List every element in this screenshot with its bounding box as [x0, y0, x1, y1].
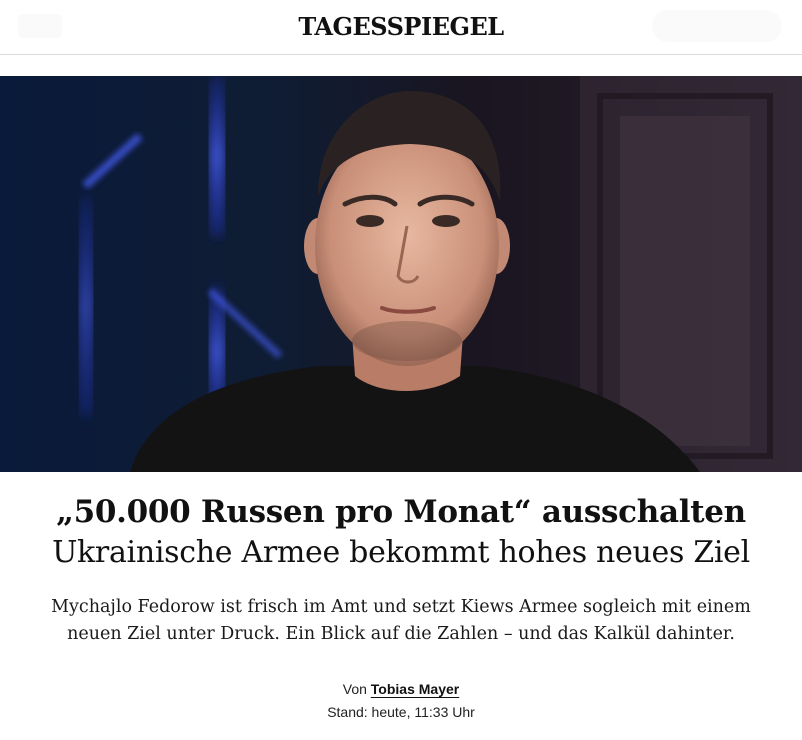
teaser-line-2: neuen Ziel unter Druck. Ein Blick auf di…	[67, 624, 735, 644]
account-button-placeholder[interactable]	[652, 10, 782, 42]
author-link[interactable]: Tobias Mayer	[371, 681, 459, 697]
byline-prefix: Von	[342, 681, 367, 697]
hero-image	[0, 76, 802, 472]
article-teaser: Mychajlo Fedorow ist frisch im Amt und s…	[40, 594, 762, 648]
site-header: TAGESSPIEGEL	[0, 0, 802, 55]
publish-timestamp: Stand: heute, 11:33 Uhr	[327, 704, 475, 720]
article-headline[interactable]: „50.000 Russen pro Monat“ ausschalten	[0, 492, 802, 532]
teaser-line-1: Mychajlo Fedorow ist frisch im Amt und s…	[51, 597, 751, 617]
byline: Von Tobias Mayer	[0, 681, 802, 697]
article-subheadline[interactable]: Ukrainische Armee bekommt hohes neues Zi…	[0, 533, 802, 573]
portrait-photo-icon	[0, 76, 802, 472]
